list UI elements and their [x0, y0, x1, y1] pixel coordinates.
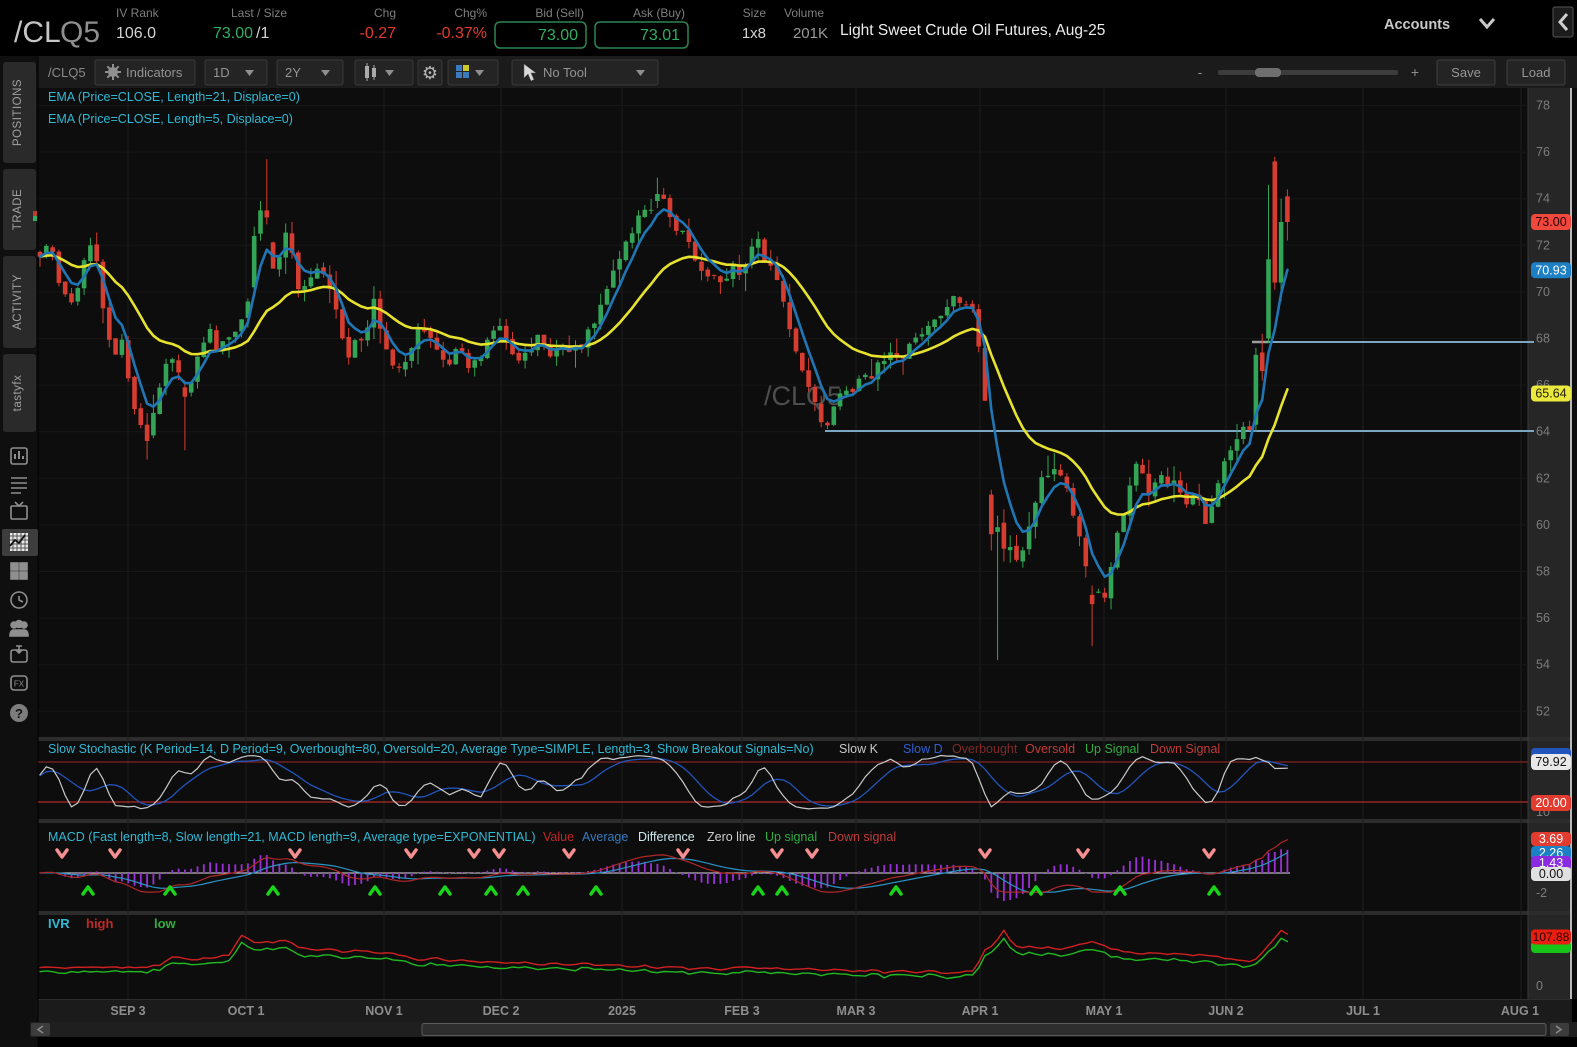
svg-text:Difference: Difference — [638, 830, 695, 844]
svg-text:Slow Stochastic (K Period=14,: Slow Stochastic (K Period=14, D Period=9… — [48, 742, 814, 756]
svg-text:65.64: 65.64 — [1535, 387, 1566, 401]
svg-text:Overbought: Overbought — [952, 742, 1018, 756]
svg-text:low: low — [154, 916, 177, 931]
svg-text:POSITIONS: POSITIONS — [12, 79, 24, 146]
svg-text:TRADE: TRADE — [12, 189, 24, 230]
svg-text:Chg: Chg — [374, 6, 396, 20]
svg-text:62: 62 — [1536, 471, 1550, 485]
svg-text:OCT 1: OCT 1 — [228, 1004, 265, 1018]
svg-text:-: - — [1198, 64, 1203, 80]
svg-text:-2: -2 — [1536, 886, 1547, 900]
svg-text:Slow K: Slow K — [839, 742, 879, 756]
svg-text:DEC 2: DEC 2 — [483, 1004, 520, 1018]
svg-text:106.0: 106.0 — [116, 25, 156, 42]
svg-text:JUL 1: JUL 1 — [1346, 1004, 1380, 1018]
svg-text:54: 54 — [1536, 658, 1550, 672]
svg-text:Last / Size: Last / Size — [231, 6, 287, 20]
svg-text:/1: /1 — [256, 25, 269, 42]
svg-text:73.00: 73.00 — [1535, 215, 1566, 229]
svg-text:Bid (Sell): Bid (Sell) — [535, 6, 584, 20]
svg-text:58: 58 — [1536, 565, 1550, 579]
svg-text:78: 78 — [1536, 99, 1550, 113]
svg-text:FX: FX — [14, 680, 25, 689]
svg-text:60: 60 — [1536, 518, 1550, 532]
svg-text:73.00: 73.00 — [213, 25, 253, 42]
svg-text:APR 1: APR 1 — [962, 1004, 999, 1018]
svg-text:IVR: IVR — [48, 916, 70, 931]
svg-text:56: 56 — [1536, 611, 1550, 625]
svg-text:74: 74 — [1536, 192, 1550, 206]
svg-text:Down signal: Down signal — [828, 830, 896, 844]
svg-text:ACTIVITY: ACTIVITY — [12, 274, 24, 330]
svg-text:1x8: 1x8 — [742, 25, 766, 42]
svg-text:Volume: Volume — [784, 6, 824, 20]
svg-text:2025: 2025 — [608, 1004, 636, 1018]
svg-text:Up Signal: Up Signal — [1085, 742, 1139, 756]
svg-text:Light Sweet Crude Oil Futures,: Light Sweet Crude Oil Futures, Aug-25 — [840, 22, 1105, 39]
svg-text:Q5: Q5 — [60, 16, 100, 49]
svg-text:Value: Value — [543, 830, 574, 844]
svg-text:73.00: 73.00 — [538, 27, 578, 44]
svg-text:72: 72 — [1536, 238, 1550, 252]
svg-text:Chg%: Chg% — [454, 6, 487, 20]
svg-text:79.92: 79.92 — [1535, 755, 1566, 769]
svg-text:MACD (Fast length=8, Slow leng: MACD (Fast length=8, Slow length=21, MAC… — [48, 830, 536, 844]
svg-text:AUG 1: AUG 1 — [1501, 1004, 1539, 1018]
svg-text:1D: 1D — [213, 65, 230, 80]
svg-text:64: 64 — [1536, 425, 1550, 439]
svg-text:MAY 1: MAY 1 — [1086, 1004, 1123, 1018]
svg-text:70.93: 70.93 — [1535, 263, 1566, 277]
svg-text:73.01: 73.01 — [640, 27, 680, 44]
svg-text:Zero line: Zero line — [707, 830, 756, 844]
svg-text:FEB 3: FEB 3 — [724, 1004, 759, 1018]
svg-text:NOV 1: NOV 1 — [365, 1004, 403, 1018]
svg-text:EMA (Price=CLOSE, Length=21, D: EMA (Price=CLOSE, Length=21, Displace=0) — [48, 90, 300, 104]
svg-text:Slow D: Slow D — [903, 742, 943, 756]
svg-text:MAR 3: MAR 3 — [837, 1004, 876, 1018]
svg-text:3.69: 3.69 — [1539, 832, 1563, 846]
svg-text:?: ? — [15, 706, 23, 721]
svg-text:Oversold: Oversold — [1025, 742, 1075, 756]
svg-text:-0.37%: -0.37% — [436, 25, 487, 42]
svg-text:+: + — [1411, 64, 1419, 80]
svg-text:20.00: 20.00 — [1535, 796, 1566, 810]
svg-text:Average: Average — [582, 830, 628, 844]
svg-text:0.00: 0.00 — [1539, 867, 1563, 881]
svg-text:EMA (Price=CLOSE, Length=5, Di: EMA (Price=CLOSE, Length=5, Displace=0) — [48, 112, 293, 126]
svg-text:Save: Save — [1451, 65, 1481, 80]
svg-text:⚙: ⚙ — [422, 63, 438, 83]
svg-text:IV Rank: IV Rank — [116, 6, 160, 20]
svg-text:high: high — [86, 916, 113, 931]
svg-text:-0.27: -0.27 — [360, 25, 397, 42]
svg-text:SEP 3: SEP 3 — [110, 1004, 145, 1018]
svg-text:/CLQ5: /CLQ5 — [764, 381, 842, 411]
svg-text:70: 70 — [1536, 285, 1550, 299]
svg-text:201K: 201K — [793, 25, 828, 42]
svg-text:68: 68 — [1536, 332, 1550, 346]
svg-text:No Tool: No Tool — [543, 65, 587, 80]
svg-text:/CL: /CL — [14, 16, 61, 49]
svg-text:Down Signal: Down Signal — [1150, 742, 1220, 756]
svg-text:76: 76 — [1536, 145, 1550, 159]
svg-text:Size: Size — [743, 6, 767, 20]
svg-text:/CLQ5: /CLQ5 — [48, 65, 86, 80]
svg-text:52: 52 — [1536, 704, 1550, 718]
svg-text:tastyfx: tastyfx — [12, 375, 24, 412]
svg-text:Load: Load — [1522, 65, 1551, 80]
svg-text:Up signal: Up signal — [765, 830, 817, 844]
svg-text:Accounts: Accounts — [1384, 17, 1450, 33]
svg-text:JUN 2: JUN 2 — [1208, 1004, 1243, 1018]
svg-text:Indicators: Indicators — [126, 65, 183, 80]
svg-text:2Y: 2Y — [285, 65, 301, 80]
svg-text:107.88: 107.88 — [1533, 930, 1570, 944]
svg-text:Ask (Buy): Ask (Buy) — [633, 6, 685, 20]
svg-text:0: 0 — [1536, 979, 1543, 993]
